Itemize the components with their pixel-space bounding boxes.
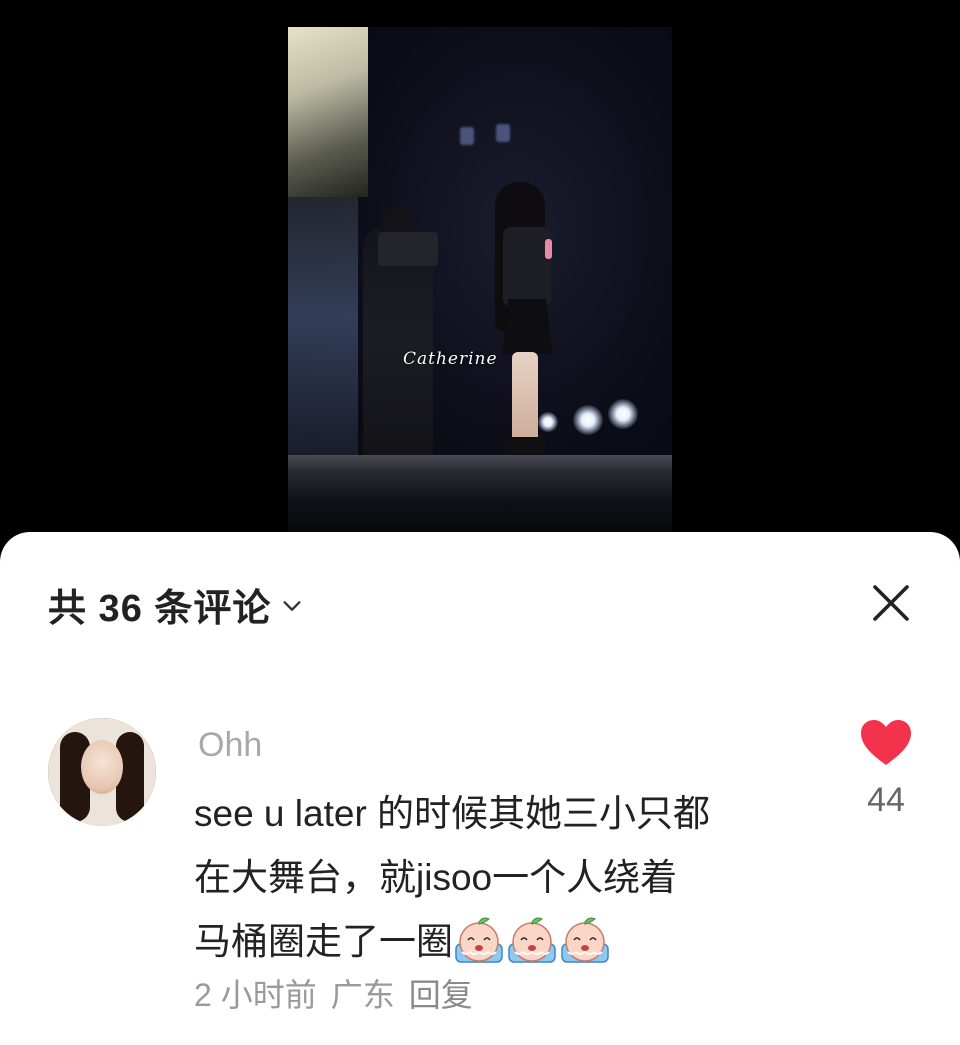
performer-skirt — [502, 299, 552, 354]
reply-button[interactable]: 回复 — [409, 970, 473, 1016]
chevron-down-icon[interactable] — [281, 595, 303, 617]
photo-watermark: Catherine — [403, 349, 498, 369]
post-media-image[interactable]: Catherine — [288, 27, 672, 532]
performer-top — [503, 227, 551, 307]
comments-sheet: 共 36 条评论 Ohh see u later 的时候其她三小只都 在大舞台，… — [0, 532, 960, 1045]
camera-rig — [378, 232, 438, 266]
comment-text: see u later 的时候其她三小只都 在大舞台，就jisoo一个人绕着 马… — [194, 782, 804, 974]
comments-header[interactable]: 共 36 条评论 — [48, 580, 303, 630]
crying-peach-emoji — [561, 917, 609, 963]
like-count: 44 — [867, 781, 905, 819]
heart-icon[interactable] — [859, 718, 913, 768]
crying-peach-emoji — [508, 917, 556, 963]
like-button[interactable]: 44 — [854, 718, 918, 820]
stage-spotlight — [538, 412, 558, 432]
crying-peach-emoji — [455, 917, 503, 963]
led-screen-panel-lower — [288, 197, 358, 467]
comment-count-title: 共 36 条评论 — [48, 587, 272, 630]
ceiling-light — [460, 127, 474, 145]
stage-spotlight — [608, 399, 638, 429]
avatar[interactable] — [48, 718, 156, 826]
microphone — [545, 239, 552, 259]
ceiling-light — [496, 124, 510, 142]
comment-username[interactable]: Ohh — [198, 726, 262, 765]
comment-time: 2 小时前 — [194, 977, 317, 1013]
stage-spotlight — [573, 405, 603, 435]
close-button[interactable] — [868, 580, 914, 626]
comment-text-line: 在大舞台，就jisoo一个人绕着 — [194, 857, 678, 898]
comment-text-line: 马桶圈走了一圈 — [194, 921, 453, 962]
comment-text-line: see u later 的时候其她三小只都 — [194, 793, 711, 834]
comment-item: Ohh see u later 的时候其她三小只都 在大舞台，就jisoo一个人… — [48, 718, 918, 1038]
comment-meta: 2 小时前 广东 回复 — [194, 970, 473, 1016]
stage-floor — [288, 455, 672, 532]
close-icon[interactable] — [871, 583, 911, 623]
comment-location: 广东 — [330, 977, 395, 1013]
comment-text-line-last: 马桶圈走了一圈 — [194, 910, 804, 974]
led-screen-panel — [288, 27, 368, 197]
